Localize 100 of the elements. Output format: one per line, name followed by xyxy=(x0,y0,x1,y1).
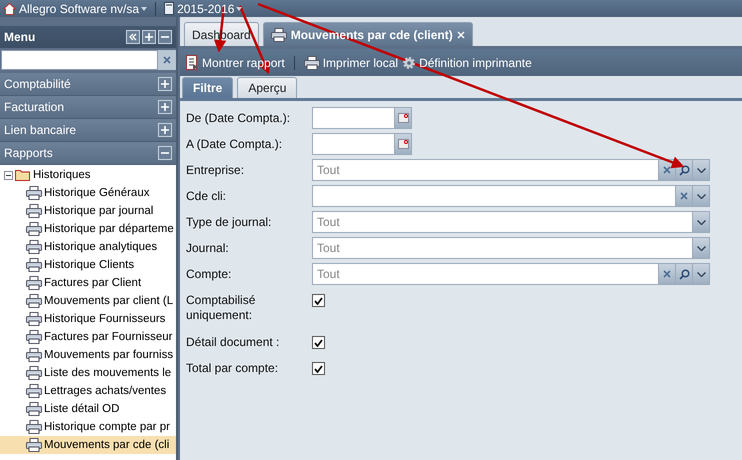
clear-icon xyxy=(163,56,171,64)
tree-item[interactable]: Historique analytiques xyxy=(0,238,176,256)
dropdown-button[interactable] xyxy=(693,159,710,181)
folder-icon xyxy=(15,169,31,181)
collapse-sidebar-button[interactable] xyxy=(126,30,140,44)
tab[interactable]: Aperçu xyxy=(237,77,298,98)
printer-icon xyxy=(26,276,42,290)
tree-item[interactable]: Historique par journal xyxy=(0,202,176,220)
clear-search-button[interactable] xyxy=(158,50,176,70)
chevron-down-icon xyxy=(696,220,706,224)
collapse-icon[interactable] xyxy=(4,170,13,180)
tree-item[interactable]: Historique par départeme xyxy=(0,220,176,238)
tree-item[interactable]: Mouvements par cde (cli xyxy=(0,436,176,454)
menu-section[interactable]: Rapports xyxy=(0,142,176,165)
search-icon xyxy=(678,268,690,280)
printer-icon xyxy=(26,204,42,218)
collapse-all-button[interactable] xyxy=(158,30,172,44)
combo-field[interactable]: Tout xyxy=(312,159,659,181)
combo-field[interactable]: Tout xyxy=(312,237,693,259)
field-label: Comptabilisé uniquement: xyxy=(186,292,256,323)
combo-field[interactable] xyxy=(312,185,676,207)
field-label: De (Date Compta.): xyxy=(186,110,292,126)
toolbar-button[interactable]: Définition imprimante xyxy=(402,56,532,70)
menu-search-field[interactable] xyxy=(1,50,158,70)
calendar-icon xyxy=(398,139,408,149)
menu-section[interactable]: Lien bancaire xyxy=(0,119,176,142)
plus-icon xyxy=(161,126,169,134)
printer-icon xyxy=(26,312,42,326)
tree-item[interactable]: Factures par Client xyxy=(0,274,176,292)
search-button[interactable] xyxy=(676,263,693,285)
clear-icon xyxy=(680,192,688,200)
clear-button[interactable] xyxy=(659,263,676,285)
home-icon xyxy=(3,2,16,14)
tree-item[interactable]: Lettrages achats/ventes xyxy=(0,382,176,400)
field-label: Compte: xyxy=(186,266,232,282)
printer-icon xyxy=(26,438,42,452)
tree-item[interactable]: Factures par Fournisseur xyxy=(0,328,176,346)
printer-icon xyxy=(26,294,42,308)
company-menu[interactable]: Allegro Software nv/sa xyxy=(19,2,148,16)
expand-button[interactable] xyxy=(158,100,172,114)
minus-icon xyxy=(161,149,169,157)
minus-icon xyxy=(161,33,169,41)
tree-item[interactable]: Historique Fournisseurs xyxy=(0,310,176,328)
caret-icon xyxy=(141,6,148,10)
report-icon xyxy=(186,55,199,70)
menu-title: Menu xyxy=(4,30,36,44)
field-label: Total par compte: xyxy=(186,360,280,376)
checkbox[interactable] xyxy=(312,294,325,307)
printer-icon xyxy=(26,186,42,200)
printer-icon xyxy=(26,330,42,344)
clear-icon xyxy=(663,166,671,174)
printer-icon xyxy=(26,366,42,380)
menu-section[interactable]: Facturation xyxy=(0,96,176,119)
plus-icon xyxy=(161,80,169,88)
dropdown-button[interactable] xyxy=(693,185,710,207)
calendar-button[interactable] xyxy=(395,107,412,129)
date-field[interactable] xyxy=(312,107,395,129)
check-icon xyxy=(314,364,323,372)
printer-icon xyxy=(26,384,42,398)
tree-item[interactable]: Liste détail OD xyxy=(0,400,176,418)
chevron-down-icon xyxy=(696,246,706,250)
printer-icon xyxy=(26,222,42,236)
combo-field[interactable]: Tout xyxy=(312,211,693,233)
printer-icon xyxy=(270,28,287,42)
tree-item[interactable]: Historique Généraux xyxy=(0,184,176,202)
tree-item[interactable]: Historique compte par pr xyxy=(0,418,176,436)
tree-item[interactable]: Mouvements par fourniss xyxy=(0,346,176,364)
toolbar-button[interactable]: Imprimer local xyxy=(304,56,398,70)
printer-icon xyxy=(26,258,42,272)
check-icon xyxy=(314,338,323,346)
close-icon[interactable] xyxy=(456,30,465,38)
printer-icon xyxy=(26,348,42,362)
printer-icon xyxy=(26,240,42,254)
clear-button[interactable] xyxy=(676,185,693,207)
expand-all-button[interactable] xyxy=(142,30,156,44)
checkbox[interactable] xyxy=(312,362,325,375)
plus-icon xyxy=(161,103,169,111)
dropdown-button[interactable] xyxy=(693,237,710,259)
expand-button[interactable] xyxy=(158,77,172,91)
dropdown-button[interactable] xyxy=(693,263,710,285)
expand-button[interactable] xyxy=(158,123,172,137)
menu-section[interactable]: Comptabilité xyxy=(0,73,176,96)
tab[interactable]: Filtre xyxy=(182,77,234,98)
tree-item[interactable]: Liste des mouvements le xyxy=(0,364,176,382)
tree-item[interactable]: Historique Clients xyxy=(0,256,176,274)
date-field[interactable] xyxy=(312,133,395,155)
checkbox[interactable] xyxy=(312,336,325,349)
clear-icon xyxy=(663,270,671,278)
calendar-button[interactable] xyxy=(395,133,412,155)
field-label: A (Date Compta.): xyxy=(186,136,284,152)
book-icon xyxy=(164,2,174,15)
dropdown-button[interactable] xyxy=(693,211,710,233)
calendar-icon xyxy=(398,113,408,123)
tree-folder[interactable]: Historiques xyxy=(33,169,91,181)
printer-icon xyxy=(26,402,42,416)
tree-item[interactable]: Mouvements par client (L xyxy=(0,292,176,310)
field-label: Entreprise: xyxy=(186,162,246,178)
collapse-button[interactable] xyxy=(158,146,172,160)
combo-field[interactable]: Tout xyxy=(312,263,659,285)
double-chevron-left-icon xyxy=(129,33,137,41)
